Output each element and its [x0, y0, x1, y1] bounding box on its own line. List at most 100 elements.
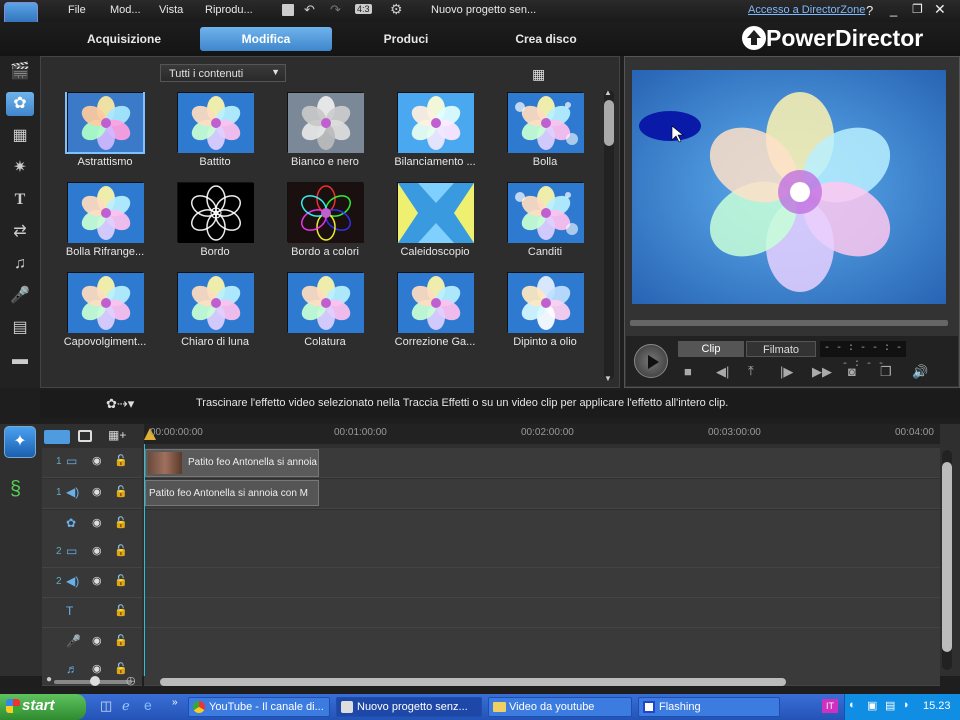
track-header-video[interactable]: 1 ▭ ◉ 🔓 [42, 448, 142, 478]
effect-item[interactable]: Astrattismo [50, 92, 160, 182]
lock-icon[interactable]: 🔓 [114, 544, 128, 557]
track-lane-audio[interactable] [144, 568, 940, 598]
lock-icon[interactable]: 🔓 [114, 485, 128, 498]
effect-item[interactable]: Dipinto a olio [490, 272, 600, 362]
timeline-vertical-scroll-thumb[interactable] [942, 462, 952, 652]
settings-gear-icon[interactable]: ⚙ [390, 1, 403, 18]
effect-item[interactable]: Caleidoscopio [380, 182, 490, 272]
lock-icon[interactable]: 🔓 [114, 454, 128, 467]
maximize-icon[interactable]: ❐ [912, 2, 923, 16]
effect-item[interactable]: Colatura [270, 272, 380, 362]
effect-item[interactable]: Bordo [160, 182, 270, 272]
effect-thumbnail[interactable] [67, 182, 144, 243]
effect-thumbnail[interactable] [67, 272, 144, 333]
subtitle-room-icon[interactable]: ▬ [6, 348, 34, 372]
track-lane-title[interactable] [144, 598, 940, 628]
zoom-out-icon[interactable]: ● [46, 674, 52, 685]
effect-item[interactable]: Chiaro di luna [160, 272, 270, 362]
tray-monitor-icon[interactable]: ▤ [885, 699, 895, 712]
quicklaunch-more-icon[interactable]: » [172, 697, 178, 708]
quicklaunch-ie-icon[interactable]: ℯ [122, 698, 130, 714]
pip-objects-icon[interactable]: ▦ [6, 124, 34, 148]
effect-thumbnail[interactable] [177, 272, 254, 333]
visibility-eye-icon[interactable]: ◉ [92, 485, 102, 498]
effect-thumbnail[interactable] [177, 92, 254, 153]
taskbar-btn-powerdirector[interactable]: Nuovo progetto senz... [336, 697, 482, 717]
help-icon[interactable]: ? [866, 3, 873, 18]
effects-room-icon[interactable]: ✿ [6, 92, 34, 116]
menu-file[interactable]: File [68, 4, 86, 16]
effect-thumbnail[interactable] [65, 92, 145, 154]
title-room-icon[interactable]: T [6, 188, 34, 212]
zoom-slider-knob[interactable] [90, 676, 100, 686]
effect-thumbnail[interactable] [397, 92, 474, 153]
lock-icon[interactable]: 🔓 [114, 634, 128, 647]
effect-item[interactable]: Battito [160, 92, 270, 182]
chapter-room-icon[interactable]: ▤ [6, 316, 34, 340]
undock-icon[interactable]: ❐ [880, 364, 892, 380]
stop-icon[interactable]: ■ [684, 364, 692, 379]
track-header-video[interactable]: 2 ▭ ◉ 🔓 [42, 538, 142, 568]
effect-thumbnail[interactable] [397, 182, 474, 243]
effect-item[interactable]: Capovolgiment... [50, 272, 160, 362]
effect-thumbnail[interactable] [397, 272, 474, 333]
taskbar-btn-folder[interactable]: Video da youtube [488, 697, 632, 717]
clip-mode-toggle[interactable]: Clip [678, 341, 744, 357]
smartsound-icon[interactable]: § [10, 478, 21, 501]
audio-clip[interactable]: Patito feo Antonella si annoia con M [145, 480, 319, 506]
effect-item[interactable]: Bianco e nero [270, 92, 380, 182]
play-button[interactable] [634, 344, 668, 378]
track-header-audio[interactable]: 2 ◀) ◉ 🔓 [42, 568, 142, 598]
tab-create-disc[interactable]: Crea disco [480, 27, 612, 51]
track-header-title[interactable]: T 🔓 [42, 598, 142, 628]
fast-forward-icon[interactable]: ▶▶ [812, 364, 832, 380]
taskbar-btn-flashing[interactable]: Flashing [638, 697, 780, 717]
close-icon[interactable]: ✕ [934, 1, 946, 18]
scroll-up-icon[interactable]: ▲ [604, 88, 612, 97]
grid-view-icon[interactable]: ▦ [532, 66, 545, 83]
tab-capture[interactable]: Acquisizione [58, 27, 190, 51]
taskbar-btn-youtube[interactable]: YouTube - Il canale di... [188, 697, 330, 717]
language-indicator[interactable]: IT [822, 699, 838, 713]
timeline-view-button[interactable] [44, 430, 70, 444]
lock-icon[interactable]: 🔓 [114, 574, 128, 587]
track-lane-fx[interactable] [144, 510, 940, 540]
effect-item[interactable]: Correzione Ga... [380, 272, 490, 362]
effect-item[interactable]: Bolla Rifrange... [50, 182, 160, 272]
next-frame-icon[interactable]: |▶ [780, 364, 793, 380]
split-icon[interactable]: ⤒ [748, 363, 754, 379]
track-lane-voice[interactable] [144, 628, 940, 658]
menu-view[interactable]: Vista [159, 4, 183, 16]
library-scroll-thumb[interactable] [604, 100, 614, 146]
track-header-voice[interactable]: 🎤 ◉ 🔓 [42, 628, 142, 658]
volume-icon[interactable]: 🔊 [912, 364, 928, 380]
track-header-audio[interactable]: 1 ◀) ◉ 🔓 [42, 479, 142, 509]
save-icon[interactable] [282, 4, 294, 16]
effect-thumbnail[interactable] [507, 92, 584, 153]
ratio-toggle[interactable]: 4:3 [355, 4, 372, 14]
directorzone-link[interactable]: Accesso a DirectorZone [748, 4, 865, 16]
zoom-clock-icon[interactable]: ◷ [126, 674, 136, 687]
visibility-eye-icon[interactable]: ◉ [92, 662, 102, 675]
tray-app-icon[interactable]: ▣ [867, 699, 877, 712]
visibility-eye-icon[interactable]: ◉ [92, 574, 102, 587]
scroll-down-icon[interactable]: ▼ [604, 374, 612, 383]
visibility-eye-icon[interactable]: ◉ [92, 544, 102, 557]
particle-room-icon[interactable]: ✷ [6, 156, 34, 180]
effect-thumbnail[interactable] [287, 182, 364, 243]
effect-item[interactable]: Bolla [490, 92, 600, 182]
minimize-icon[interactable]: _ [890, 2, 897, 17]
storyboard-view-button[interactable] [78, 430, 92, 442]
tab-produce[interactable]: Produci [340, 27, 472, 51]
media-room-icon[interactable]: 🎬 [6, 60, 34, 84]
lock-icon[interactable]: 🔓 [114, 516, 128, 529]
effect-item[interactable]: Bilanciamento ... [380, 92, 490, 182]
effect-thumbnail[interactable] [507, 182, 584, 243]
preview-seek-slider[interactable] [630, 320, 948, 326]
content-filter-dropdown[interactable]: Tutti i contenuti ▼ [160, 64, 286, 82]
quicklaunch-desktop-icon[interactable]: ◫ [100, 698, 112, 714]
add-track-icon[interactable]: ▦+ [108, 428, 126, 442]
effect-thumbnail[interactable] [287, 272, 364, 333]
snapshot-camera-icon[interactable]: ◙ [848, 364, 856, 379]
effect-thumbnail[interactable] [287, 92, 364, 153]
